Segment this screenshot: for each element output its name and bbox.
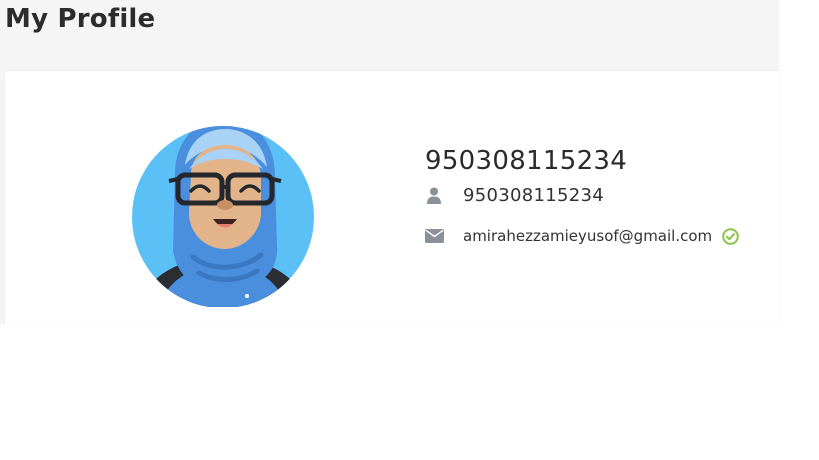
profile-card: 950308115234 950308115234 amirahezzamiey… — [5, 71, 779, 324]
check-circle-icon — [722, 227, 739, 245]
user-icon — [423, 186, 445, 204]
email-text: amirahezzamieyusof@gmail.com — [463, 227, 713, 245]
page-title: My Profile — [5, 4, 156, 34]
username-row: 950308115234 — [423, 183, 604, 207]
email-row: amirahezzamieyusof@gmail.com — [423, 224, 739, 248]
username-text: 950308115234 — [463, 184, 605, 206]
profile-name: 950308115234 — [425, 146, 628, 176]
avatar — [132, 126, 314, 307]
envelope-icon — [423, 227, 445, 245]
